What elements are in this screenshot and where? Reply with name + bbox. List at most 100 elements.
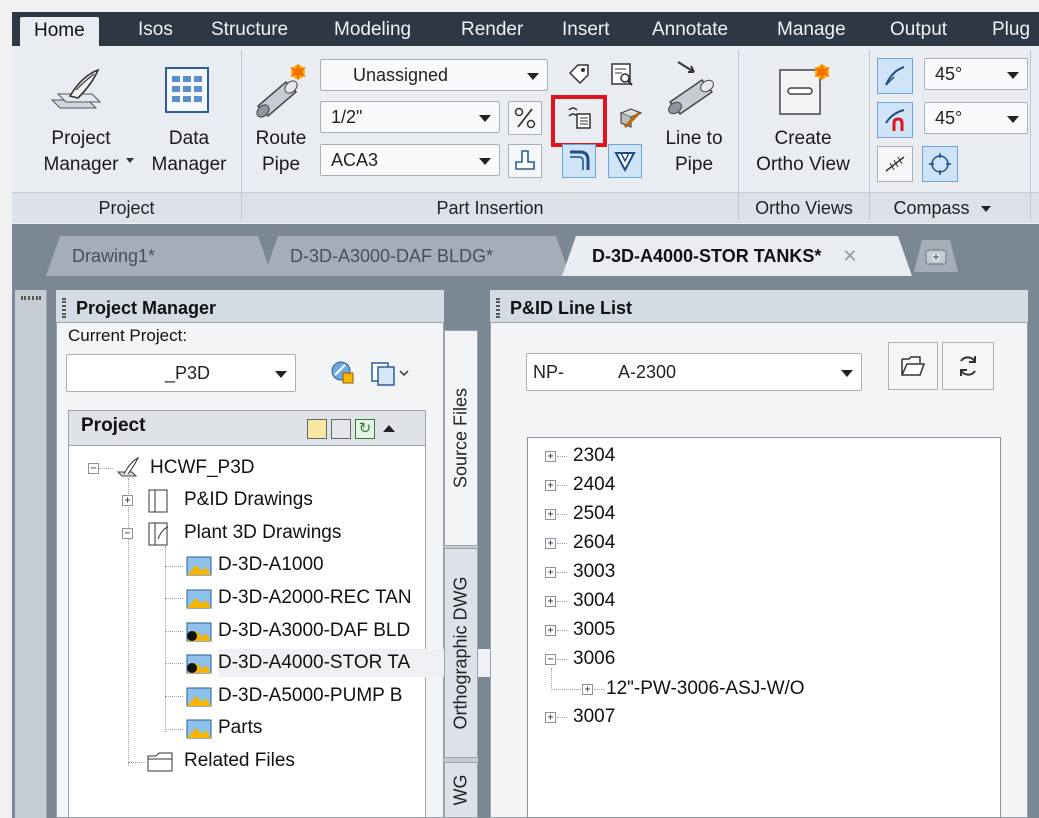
ribbon-tab-render[interactable]: Render xyxy=(461,12,523,46)
data-manager-button[interactable]: Data Manager xyxy=(142,126,236,178)
expand-icon[interactable]: + xyxy=(122,495,133,506)
ribbon-tab-bar: Home Isos Structure Modeling Render Inse… xyxy=(12,12,1039,46)
refresh-line-list-button[interactable] xyxy=(942,342,994,390)
elbow-button[interactable] xyxy=(562,144,596,178)
collapse-icon[interactable]: − xyxy=(88,463,99,474)
doc-tab-label: D-3D-A4000-STOR TANKS* xyxy=(592,246,822,266)
tab-source-files[interactable]: Source Files xyxy=(444,330,478,546)
tree-guide xyxy=(165,663,183,664)
tree-node-label: D-3D-A5000-PUMP B xyxy=(218,685,403,706)
tab-label: Orthographic DWG xyxy=(450,576,471,730)
ribbon-tab-insert[interactable]: Insert xyxy=(562,12,610,46)
compass-angle-combo-1[interactable]: 45° xyxy=(924,58,1028,90)
compass-ticks-button[interactable] xyxy=(877,146,913,182)
line-list-titlebar[interactable]: P&ID Line List xyxy=(490,290,1028,324)
expand-icon[interactable]: + xyxy=(582,684,593,695)
catalog-icon xyxy=(611,63,633,86)
doc-tab-a4000[interactable]: D-3D-A4000-STOR TANKS* ✕ xyxy=(562,236,912,276)
route-pipe-button[interactable]: Route Pipe xyxy=(246,126,316,178)
tee-button[interactable] xyxy=(608,144,642,178)
tree-node-label: D-3D-A1000 xyxy=(218,554,324,575)
pipe-support-button[interactable] xyxy=(508,144,542,178)
collapse-icon[interactable]: − xyxy=(122,528,133,539)
tab-isometric-dwg[interactable]: WG xyxy=(444,762,478,818)
collapse-icon[interactable]: − xyxy=(545,654,556,665)
ribbon-tab-isos[interactable]: Isos xyxy=(138,12,173,46)
doc-tab-a3000[interactable]: D-3D-A3000-DAF BLDG* xyxy=(264,236,570,276)
expand-icon[interactable]: + xyxy=(545,625,556,636)
tree-node-label: Plant 3D Drawings xyxy=(184,522,342,543)
size-combo[interactable]: 1/2" xyxy=(320,101,500,133)
percent-slope-button[interactable] xyxy=(508,101,542,135)
compass-toggle-button[interactable] xyxy=(877,58,913,94)
line-list-title: P&ID Line List xyxy=(510,298,633,318)
compass-snap-button[interactable] xyxy=(877,102,913,138)
panel-title-compass[interactable]: Compass xyxy=(872,194,1012,222)
expand-icon[interactable]: + xyxy=(545,451,556,462)
angle-icon xyxy=(885,66,905,86)
spec-sheet-combo[interactable]: ACA3 xyxy=(320,144,500,176)
doc-tab-drawing1[interactable]: Drawing1* xyxy=(46,236,272,276)
project-manager-button[interactable]: Project Manager xyxy=(34,126,128,178)
expand-icon[interactable]: + xyxy=(545,567,556,578)
project-manager-titlebar[interactable]: Project Manager xyxy=(56,290,444,324)
ribbon-tab-manage[interactable]: Manage xyxy=(777,12,846,46)
ribbon-tab-structure[interactable]: Structure xyxy=(211,12,288,46)
expand-icon[interactable]: + xyxy=(545,480,556,491)
project-tree-header-label: Project xyxy=(81,415,146,436)
open-line-list-button[interactable] xyxy=(888,342,938,390)
chevron-down-icon xyxy=(1007,116,1019,123)
doc-tab-label: Drawing1* xyxy=(72,246,156,266)
collapse-up-icon[interactable] xyxy=(383,425,395,432)
project-manager-icon[interactable] xyxy=(48,66,108,118)
tree-guide xyxy=(99,468,113,469)
create-ortho-view-icon[interactable] xyxy=(776,62,834,118)
refresh-icon[interactable]: ↻ xyxy=(355,419,375,439)
line-item-label: 12"-PW-3006-ASJ-W/O xyxy=(606,678,805,699)
project-tree-header: Project ↻ xyxy=(68,410,426,446)
ribbon-tab-modeling[interactable]: Modeling xyxy=(334,12,411,46)
tab-orthographic-dwg[interactable]: Orthographic DWG xyxy=(444,548,478,758)
line-to-pipe-button[interactable]: Line to Pipe xyxy=(656,126,732,178)
tree-guide xyxy=(557,601,567,602)
spec-combo[interactable]: Unassigned xyxy=(320,59,548,91)
tree-guide xyxy=(165,546,166,732)
expand-icon[interactable]: + xyxy=(545,509,556,520)
palette-dock-strip xyxy=(15,290,47,818)
line-list-combo[interactable]: NP- A-2300 xyxy=(526,353,862,391)
expand-icon[interactable]: + xyxy=(545,712,556,723)
dropdown-arrow-icon[interactable] xyxy=(126,158,134,163)
ribbon-tab-home[interactable]: Home xyxy=(20,17,99,46)
ribbon-tab-annotate[interactable]: Annotate xyxy=(652,12,728,46)
tree-guide xyxy=(594,689,604,690)
drawing-file-locked-icon xyxy=(186,654,212,674)
folder-icon xyxy=(147,752,173,772)
current-project-combo[interactable]: _P3D xyxy=(66,354,296,392)
data-manager-icon[interactable] xyxy=(164,66,210,114)
size-combo-value: 1/2" xyxy=(331,107,363,127)
tree-guide xyxy=(557,514,567,515)
expand-icon[interactable]: + xyxy=(545,538,556,549)
expand-icon[interactable]: + xyxy=(545,596,556,607)
copy-drawing-icon[interactable] xyxy=(331,419,351,439)
tag-icon xyxy=(568,64,589,85)
ribbon-tab-output[interactable]: Output xyxy=(890,12,947,46)
tree-node-label: D-3D-A3000-DAF BLD xyxy=(218,620,411,641)
compass-angle-combo-2[interactable]: 45° xyxy=(924,102,1028,134)
new-drawing-icon[interactable] xyxy=(307,419,327,439)
ribbon-tab-plugins[interactable]: Plug xyxy=(992,12,1030,46)
line-to-pipe-icon[interactable] xyxy=(664,58,724,120)
create-ortho-view-button[interactable]: Create Ortho View xyxy=(744,126,862,178)
catalog-browser-button[interactable] xyxy=(605,57,639,91)
project-settings-button[interactable] xyxy=(326,356,360,390)
tag-button[interactable] xyxy=(562,57,596,91)
tab-label: WG xyxy=(450,774,471,806)
edit-part-button[interactable] xyxy=(614,101,648,135)
percent-icon xyxy=(514,107,536,129)
compass-circle-button[interactable] xyxy=(922,146,958,182)
angle-snap-icon xyxy=(885,109,905,131)
current-project-value: _P3D xyxy=(165,363,211,383)
route-pipe-icon[interactable] xyxy=(250,60,312,122)
publish-button[interactable] xyxy=(366,356,414,390)
close-icon[interactable]: ✕ xyxy=(842,246,857,266)
